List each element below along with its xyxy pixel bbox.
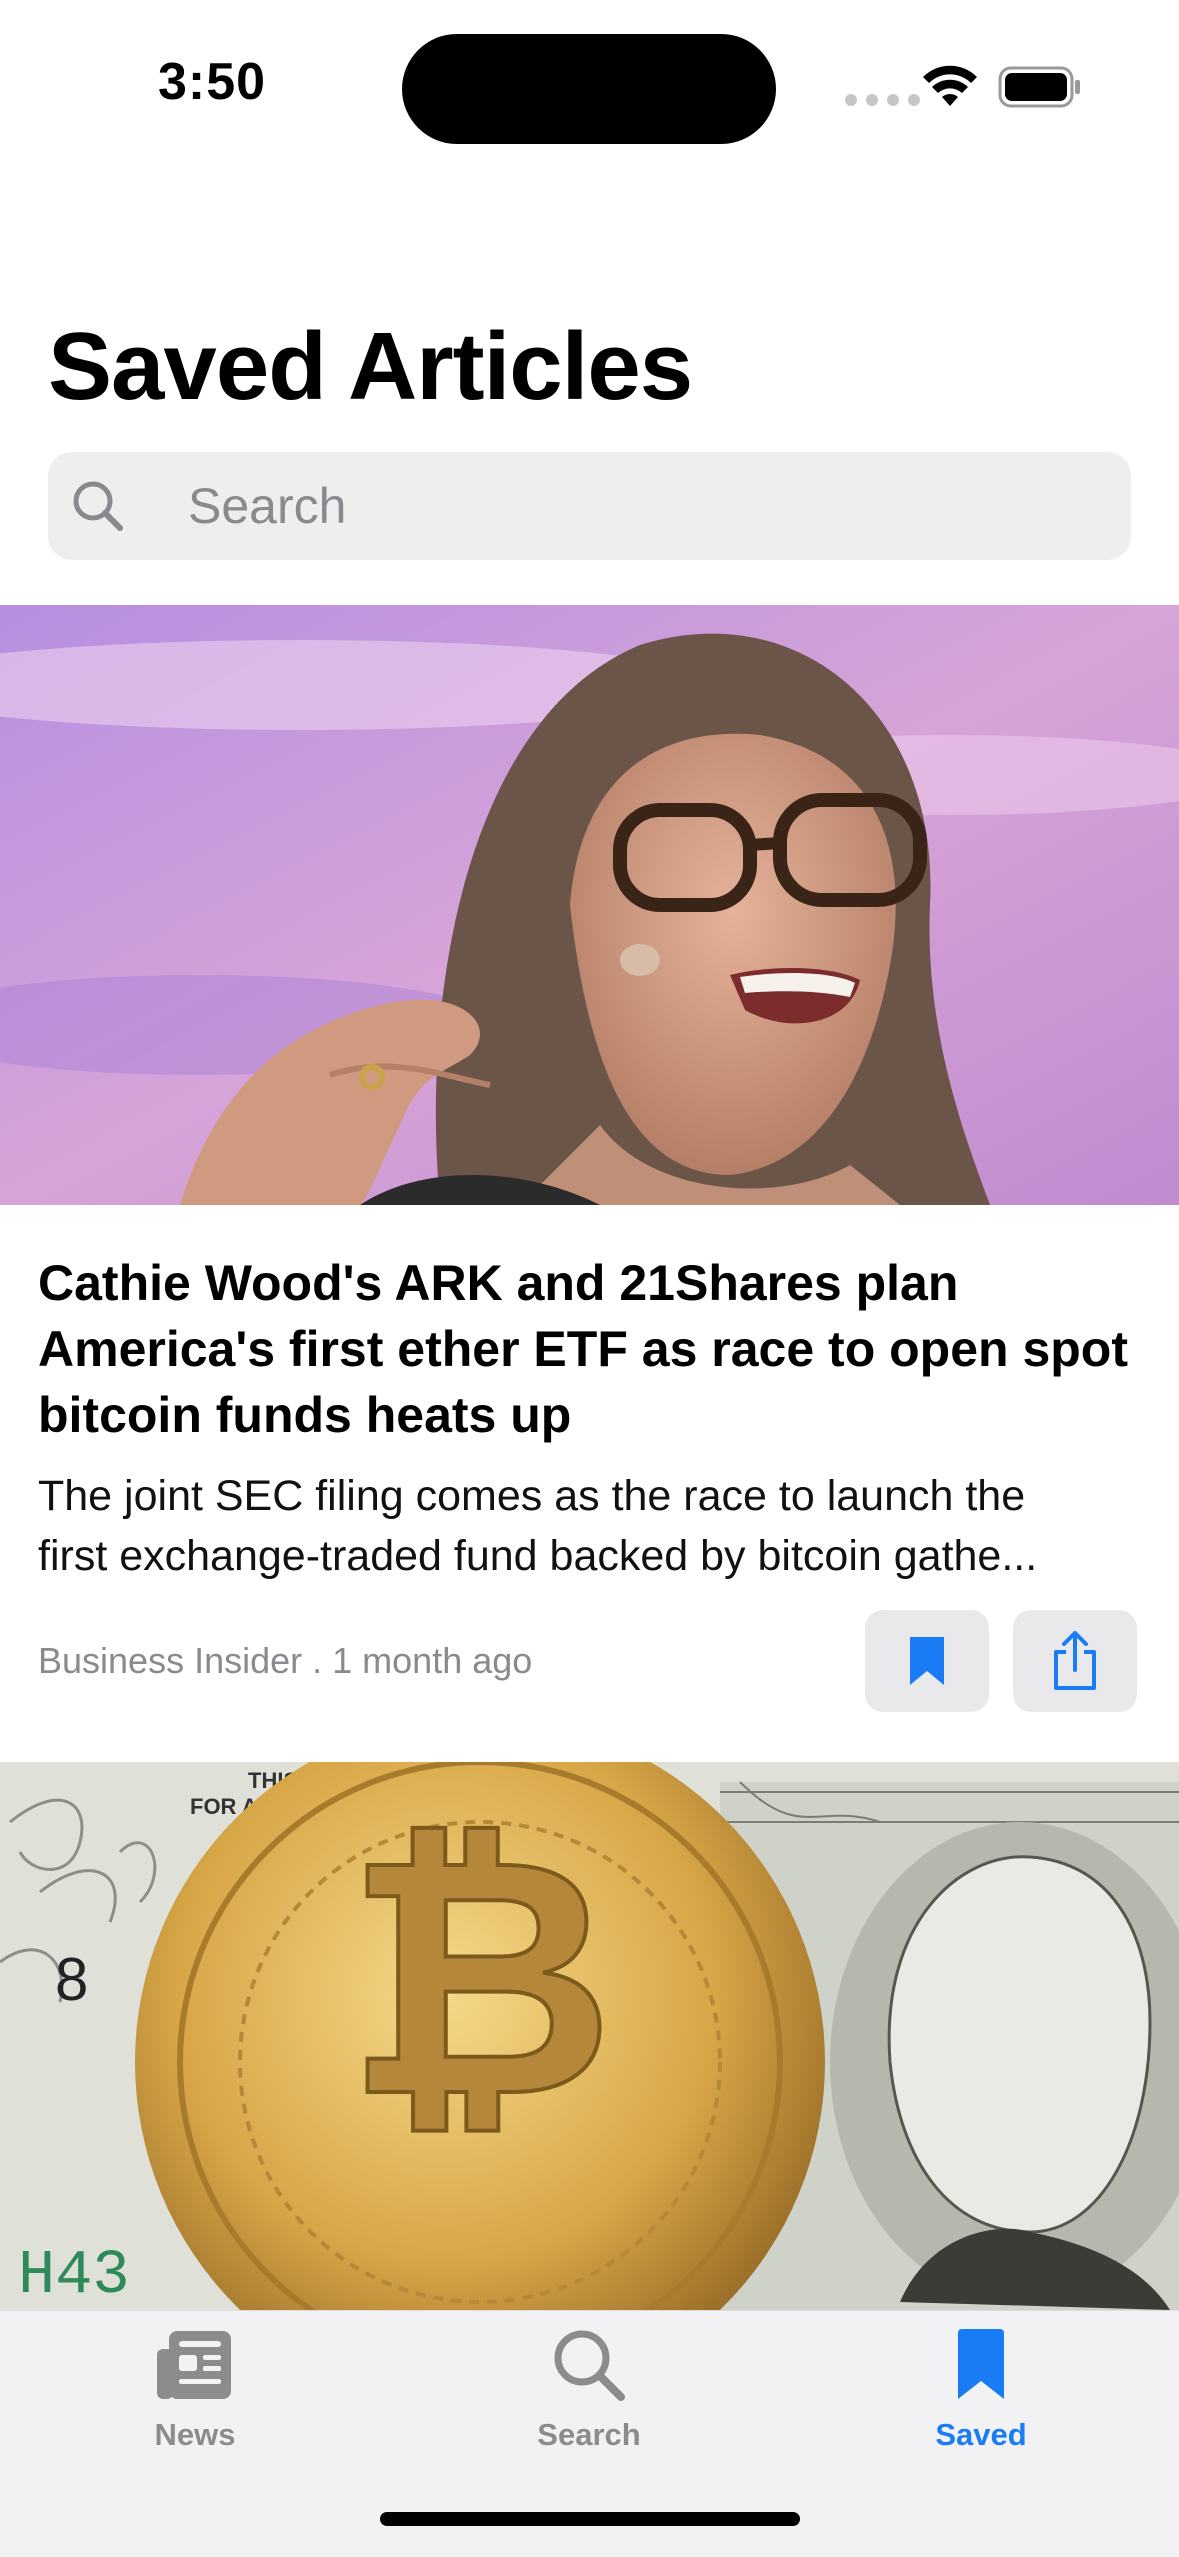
article-title[interactable]: Cathie Wood's ARK and 21Shares plan Amer… <box>38 1250 1148 1448</box>
share-button[interactable] <box>1013 1610 1137 1712</box>
share-icon <box>1054 1631 1096 1690</box>
bookmark-filled-icon <box>910 1637 944 1685</box>
article-description-line: The joint SEC filing comes as the race t… <box>38 1472 1026 1520</box>
tab-saved[interactable]: Saved <box>851 2311 1111 2511</box>
home-indicator[interactable] <box>380 2512 800 2526</box>
battery-icon <box>998 66 1080 108</box>
search-bar[interactable] <box>48 452 1131 560</box>
article-photo: 8 H43 THIS NO FOR ALL ₿ <box>0 1762 1179 2310</box>
tab-label: News <box>154 2417 236 2452</box>
article-description-line: first exchange-traded fund backed by bit… <box>38 1532 1038 1580</box>
tab-news[interactable]: News <box>65 2311 325 2511</box>
status-time: 3:50 <box>158 53 267 111</box>
bookmark-icon <box>958 2329 1004 2399</box>
svg-text:8: 8 <box>55 1946 88 2013</box>
newspaper-icon <box>157 2331 231 2399</box>
tab-label: Search <box>537 2417 641 2452</box>
article-photo <box>0 605 1179 1205</box>
tab-label: Saved <box>935 2417 1027 2452</box>
article-image[interactable] <box>0 605 1179 1205</box>
article-description: The joint SEC filing comes as the race t… <box>38 1466 1148 1586</box>
search-icon <box>73 481 123 531</box>
tab-search[interactable]: Search <box>459 2311 719 2511</box>
svg-text:H43: H43 <box>18 2240 130 2310</box>
bookmark-button[interactable] <box>865 1610 989 1712</box>
article-image[interactable]: 8 H43 THIS NO FOR ALL ₿ <box>0 1762 1179 2310</box>
search-input[interactable] <box>138 452 1098 560</box>
wifi-icon <box>923 65 977 106</box>
cellular-signal-icon <box>845 94 920 106</box>
svg-text:₿: ₿ <box>346 1786 615 2170</box>
page-title: Saved Articles <box>48 313 693 420</box>
search-icon <box>554 2330 625 2401</box>
article-source-time: Business Insider . 1 month ago <box>38 1640 533 1681</box>
dynamic-island <box>402 34 776 144</box>
status-bar: 3:50 <box>0 0 1179 160</box>
